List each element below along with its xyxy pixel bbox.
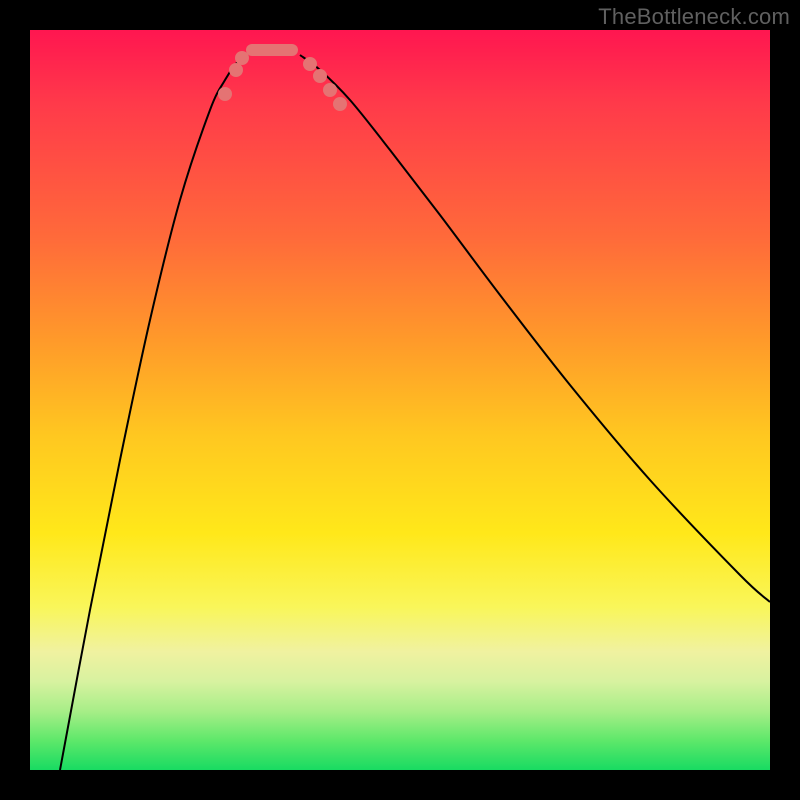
chart-frame: TheBottleneck.com xyxy=(0,0,800,800)
curve-left-branch xyxy=(60,55,245,770)
marker-bottom-pill xyxy=(246,44,298,56)
markers-left-group xyxy=(218,51,249,101)
markers-right-dot-0 xyxy=(303,57,317,71)
plot-area xyxy=(30,30,770,770)
markers-right-group xyxy=(303,57,347,111)
markers-left-dot-1 xyxy=(229,63,243,77)
watermark-text: TheBottleneck.com xyxy=(598,4,790,30)
curves-svg xyxy=(30,30,770,770)
markers-right-dot-2 xyxy=(323,83,337,97)
curve-right-branch xyxy=(300,55,770,602)
markers-left-dot-2 xyxy=(235,51,249,65)
markers-right-dot-1 xyxy=(313,69,327,83)
markers-right-dot-3 xyxy=(333,97,347,111)
markers-left-dot-0 xyxy=(218,87,232,101)
